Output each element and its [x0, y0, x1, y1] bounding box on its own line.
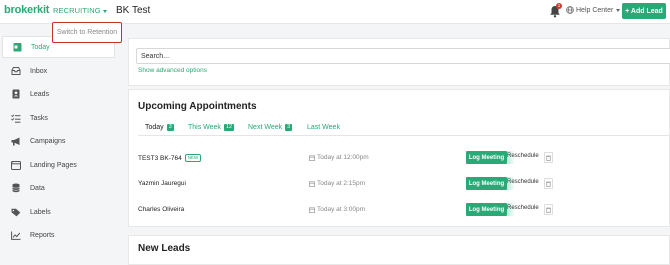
sidebar-item-reports[interactable]: Reports: [2, 224, 115, 246]
megaphone-icon: [11, 136, 21, 146]
switch-to-retention-option[interactable]: Switch to Retention: [52, 22, 122, 43]
tab-last-week[interactable]: Last Week: [307, 124, 340, 131]
sidebar-item-data[interactable]: Data: [2, 177, 115, 199]
sidebar-item-label: Landing Pages: [30, 161, 77, 169]
tab-this-week[interactable]: This Week 12: [188, 124, 235, 131]
new-leads-panel: New Leads: [128, 235, 670, 265]
show-advanced-options-link[interactable]: Show advanced options: [138, 67, 207, 74]
sidebar-item-tasks[interactable]: Tasks: [2, 107, 115, 129]
search-panel: Search... Show advanced options: [128, 38, 670, 86]
mode-dropdown[interactable]: RECRUITING: [53, 6, 107, 15]
tab-label: Today: [145, 124, 164, 131]
sidebar-item-label: Reports: [30, 231, 55, 239]
calendar-icon: [309, 206, 315, 213]
calendar-icon: [309, 180, 315, 187]
contact-name[interactable]: Charles Oliveira: [138, 206, 184, 213]
log-meeting-button[interactable]: Log Meeting: [466, 151, 507, 164]
mode-label: RECRUITING: [53, 6, 101, 15]
caret-down-icon: [616, 8, 621, 12]
tag-icon: [11, 207, 21, 217]
contact-name[interactable]: TEST3 BK-764: [138, 155, 182, 162]
tab-label: Last Week: [307, 124, 340, 131]
caret-down-icon: [102, 9, 107, 13]
appointment-row: Charles Oliveira Today at 3:00pm Log Mee…: [138, 200, 670, 220]
tab-count-badge: 3: [166, 124, 174, 131]
tab-label: Next Week: [248, 124, 283, 131]
tab-count-badge: 3: [285, 124, 293, 131]
add-lead-button[interactable]: + Add Lead: [622, 3, 666, 19]
chart-icon: [11, 230, 21, 240]
new-leads-title: New Leads: [138, 243, 191, 254]
reschedule-button[interactable]: Reschedule: [507, 179, 539, 185]
sidebar-item-campaigns[interactable]: Campaigns: [2, 130, 115, 152]
new-badge: NEW: [184, 154, 202, 162]
sidebar-item-landing-pages[interactable]: Landing Pages: [2, 154, 115, 176]
appointment-tabs: Today 3 This Week 12 Next Week 3 Last Week: [138, 120, 670, 136]
tasks-icon: [11, 113, 21, 123]
sidebar-item-label: Labels: [30, 208, 51, 216]
sidebar-item-inbox[interactable]: Inbox: [2, 60, 115, 82]
appointment-time: Today at 3:00pm: [317, 206, 366, 213]
sidebar-item-label: Tasks: [30, 114, 48, 122]
appointment-time: Today at 2:15pm: [317, 180, 366, 187]
help-center-dropdown[interactable]: Help Center: [566, 6, 621, 14]
reschedule-button[interactable]: Reschedule: [507, 153, 539, 159]
tab-next-week[interactable]: Next Week 3: [248, 124, 293, 131]
log-meeting-button[interactable]: Log Meeting: [466, 177, 507, 190]
sidebar-item-label: Today: [31, 43, 50, 51]
globe-icon: [566, 6, 574, 14]
trash-icon[interactable]: [544, 178, 553, 189]
appointment-row: TEST3 BK-764 NEW Today at 12:00pm Log Mee…: [138, 148, 670, 168]
landing-page-icon: [11, 160, 21, 170]
sidebar-item-label: Data: [30, 184, 45, 192]
contact-name[interactable]: Yazmin Jauregui: [138, 180, 186, 187]
notification-badge: 1: [556, 3, 562, 9]
calendar-icon: [309, 154, 315, 161]
help-center-label: Help Center: [576, 6, 614, 14]
sidebar-item-label: Leads: [30, 90, 50, 98]
sidebar: Today Inbox Leads Tasks Campaigns Landin…: [0, 24, 120, 262]
calendar-icon: [12, 42, 22, 52]
database-icon: [11, 183, 21, 193]
upcoming-appointments-panel: Upcoming Appointments Today 3 This Week 12…: [128, 89, 670, 227]
tab-count-badge: 12: [223, 124, 235, 131]
sidebar-item-labels[interactable]: Labels: [2, 201, 115, 223]
appointment-time: Today at 12:00pm: [317, 154, 369, 161]
reschedule-button[interactable]: Reschedule: [507, 205, 539, 211]
search-input[interactable]: Search...: [136, 48, 670, 64]
upcoming-appointments-title: Upcoming Appointments: [138, 101, 257, 112]
tab-label: This Week: [188, 124, 221, 131]
sidebar-item-label: Campaigns: [30, 137, 66, 145]
inbox-icon: [11, 66, 21, 76]
trash-icon[interactable]: [544, 152, 553, 163]
tab-today[interactable]: Today 3: [145, 124, 174, 131]
sidebar-item-leads[interactable]: Leads: [2, 83, 115, 105]
page-title: BK Test: [116, 5, 151, 16]
top-bar: brokerkit RECRUITING BK Test 1 Help Cent…: [0, 0, 670, 24]
contact-book-icon: [11, 89, 21, 99]
appointment-row: Yazmin Jauregui Today at 2:15pm Log Meet…: [138, 174, 670, 194]
log-meeting-button[interactable]: Log Meeting: [466, 203, 507, 216]
sidebar-item-label: Inbox: [30, 67, 48, 75]
trash-icon[interactable]: [544, 204, 553, 215]
brokerkit-logo[interactable]: brokerkit: [4, 4, 49, 16]
